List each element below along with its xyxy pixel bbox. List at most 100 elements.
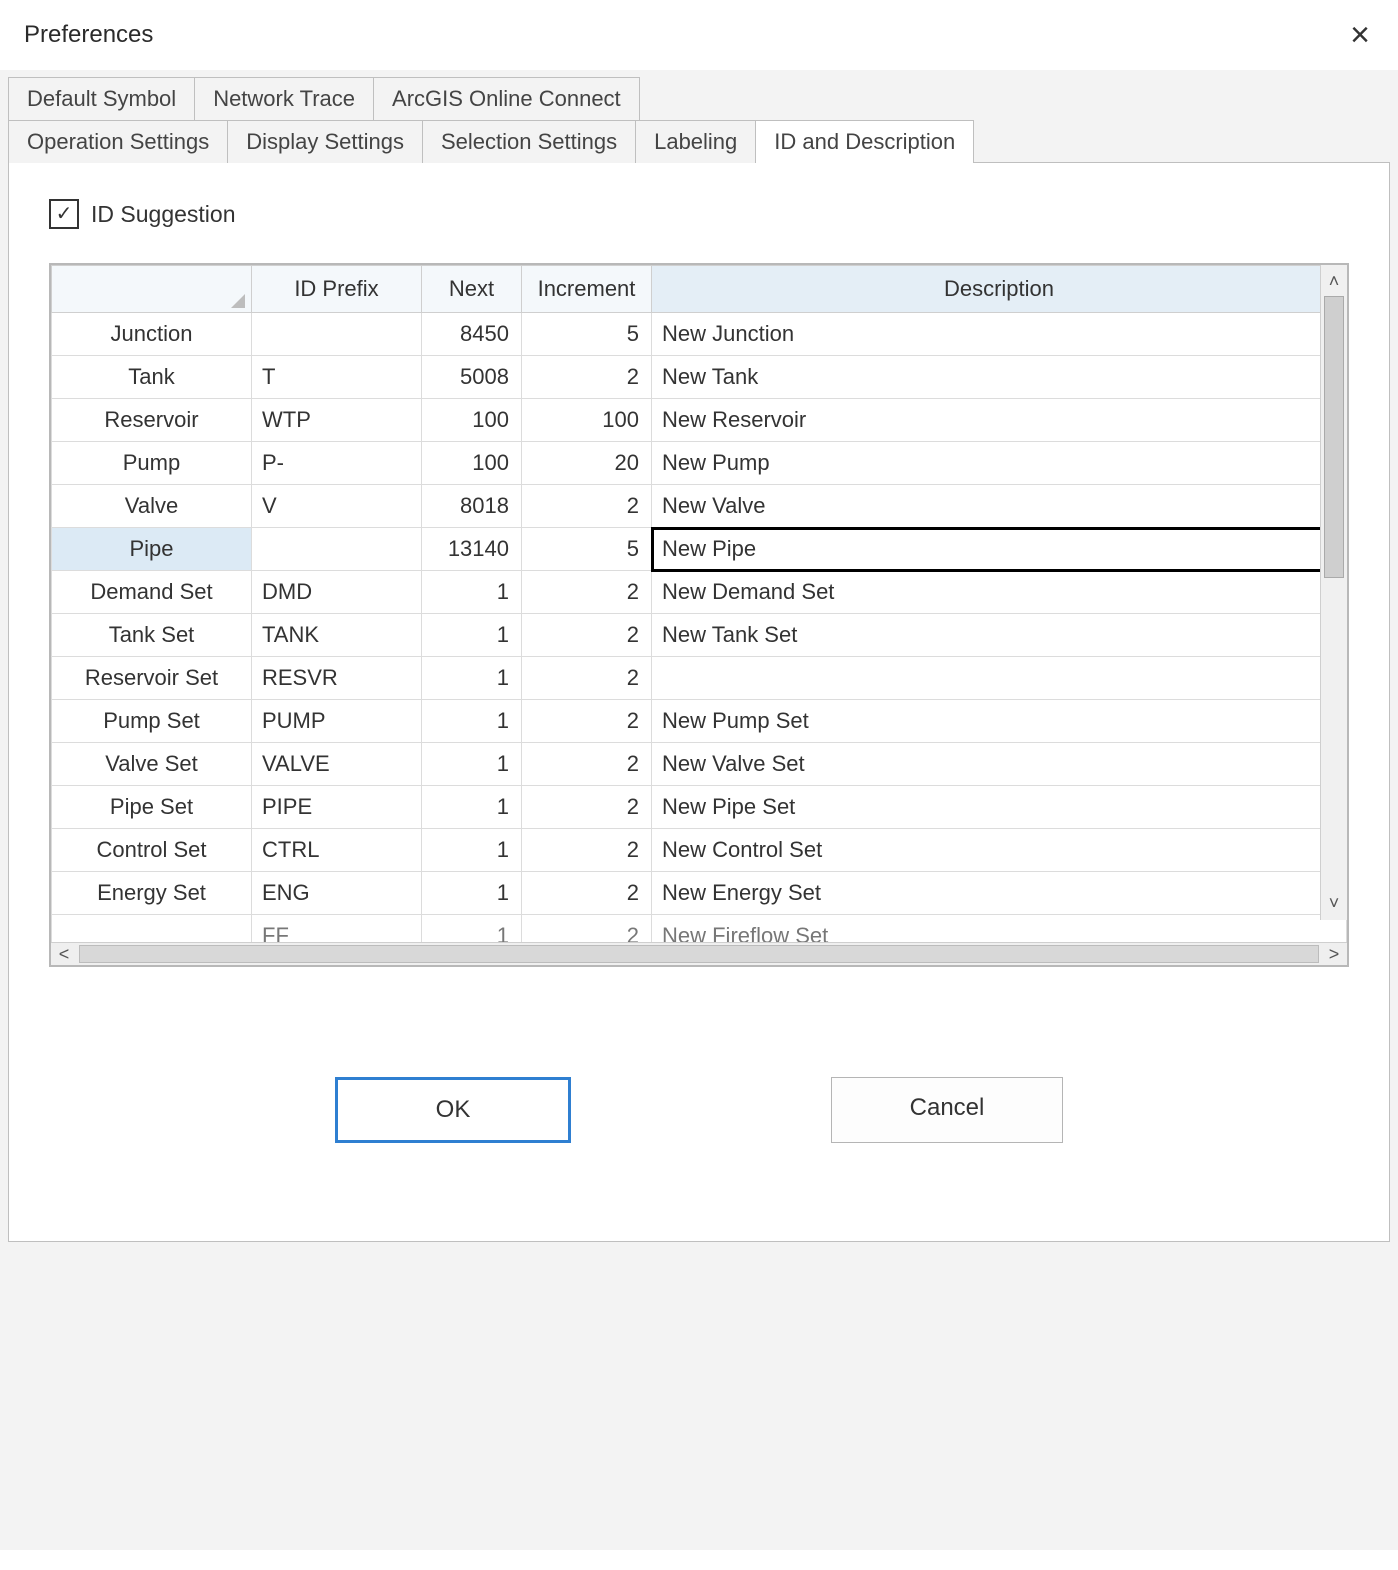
- description-cell[interactable]: New Reservoir: [652, 399, 1347, 442]
- description-cell[interactable]: New Tank Set: [652, 614, 1347, 657]
- description-cell[interactable]: [652, 657, 1347, 700]
- next-cell[interactable]: 8450: [422, 313, 522, 356]
- table-row[interactable]: PumpP-10020New Pump: [52, 442, 1347, 485]
- row-header-cell[interactable]: Energy Set: [52, 872, 252, 915]
- table-row[interactable]: Control SetCTRL12New Control Set: [52, 829, 1347, 872]
- next-cell[interactable]: 1: [422, 571, 522, 614]
- table-row[interactable]: Tank SetTANK12New Tank Set: [52, 614, 1347, 657]
- horizontal-scrollbar[interactable]: < >: [51, 942, 1347, 965]
- table-row[interactable]: Pump SetPUMP12New Pump Set: [52, 700, 1347, 743]
- next-cell[interactable]: 13140: [422, 528, 522, 571]
- table-row[interactable]: Junction84505New Junction: [52, 313, 1347, 356]
- description-cell[interactable]: New Control Set: [652, 829, 1347, 872]
- table-row[interactable]: Energy SetENG12New Energy Set: [52, 872, 1347, 915]
- tab-arcgis-online-connect[interactable]: ArcGIS Online Connect: [373, 77, 640, 120]
- id-suggestion-checkbox[interactable]: ✓: [49, 199, 79, 229]
- prefix-cell[interactable]: T: [252, 356, 422, 399]
- increment-cell[interactable]: 2: [522, 829, 652, 872]
- col-id-prefix[interactable]: ID Prefix: [252, 266, 422, 313]
- row-header-cell[interactable]: Junction: [52, 313, 252, 356]
- ok-button[interactable]: OK: [335, 1077, 571, 1143]
- increment-cell[interactable]: 2: [522, 872, 652, 915]
- table-row[interactable]: Valve SetVALVE12New Valve Set: [52, 743, 1347, 786]
- description-cell[interactable]: New Pump Set: [652, 700, 1347, 743]
- row-header-cell[interactable]: Tank Set: [52, 614, 252, 657]
- description-cell[interactable]: New Valve Set: [652, 743, 1347, 786]
- close-icon[interactable]: ×: [1350, 18, 1370, 52]
- prefix-cell[interactable]: FF: [252, 915, 422, 943]
- prefix-cell[interactable]: VALVE: [252, 743, 422, 786]
- tab-selection-settings[interactable]: Selection Settings: [422, 120, 636, 163]
- scroll-right-icon[interactable]: >: [1321, 944, 1347, 965]
- prefix-cell[interactable]: WTP: [252, 399, 422, 442]
- prefix-cell[interactable]: [252, 528, 422, 571]
- row-header-cell[interactable]: Reservoir: [52, 399, 252, 442]
- hscroll-track[interactable]: [79, 945, 1319, 963]
- row-header-cell[interactable]: Valve: [52, 485, 252, 528]
- next-cell[interactable]: 100: [422, 442, 522, 485]
- increment-cell[interactable]: 20: [522, 442, 652, 485]
- col-increment[interactable]: Increment: [522, 266, 652, 313]
- next-cell[interactable]: 1: [422, 700, 522, 743]
- table-row[interactable]: ReservoirWTP100100New Reservoir: [52, 399, 1347, 442]
- description-cell[interactable]: New Pipe: [652, 528, 1347, 571]
- row-header-cell[interactable]: Pipe: [52, 528, 252, 571]
- scroll-up-icon[interactable]: ˄: [1329, 271, 1340, 292]
- row-header-cell[interactable]: Pipe Set: [52, 786, 252, 829]
- prefix-cell[interactable]: CTRL: [252, 829, 422, 872]
- table-row[interactable]: Pipe 131405New Pipe: [52, 528, 1347, 571]
- description-cell[interactable]: New Pipe Set: [652, 786, 1347, 829]
- prefix-cell[interactable]: PIPE: [252, 786, 422, 829]
- prefix-cell[interactable]: PUMP: [252, 700, 422, 743]
- prefix-cell[interactable]: P-: [252, 442, 422, 485]
- tab-operation-settings[interactable]: Operation Settings: [8, 120, 228, 163]
- row-header-cell[interactable]: Valve Set: [52, 743, 252, 786]
- next-cell[interactable]: 1: [422, 786, 522, 829]
- scroll-left-icon[interactable]: <: [51, 944, 77, 965]
- increment-cell[interactable]: 5: [522, 313, 652, 356]
- col-next[interactable]: Next: [422, 266, 522, 313]
- row-header-cell[interactable]: Reservoir Set: [52, 657, 252, 700]
- row-header-cell[interactable]: Tank: [52, 356, 252, 399]
- increment-cell[interactable]: 2: [522, 786, 652, 829]
- cancel-button[interactable]: Cancel: [831, 1077, 1063, 1143]
- prefix-cell[interactable]: RESVR: [252, 657, 422, 700]
- tab-id-and-description[interactable]: ID and Description: [755, 120, 974, 163]
- prefix-cell[interactable]: DMD: [252, 571, 422, 614]
- prefix-cell[interactable]: ENG: [252, 872, 422, 915]
- increment-cell[interactable]: 2: [522, 485, 652, 528]
- increment-cell[interactable]: 2: [522, 743, 652, 786]
- prefix-cell[interactable]: TANK: [252, 614, 422, 657]
- description-cell[interactable]: New Pump: [652, 442, 1347, 485]
- next-cell[interactable]: 1: [422, 872, 522, 915]
- next-cell[interactable]: 100: [422, 399, 522, 442]
- next-cell[interactable]: 1: [422, 657, 522, 700]
- tab-default-symbol[interactable]: Default Symbol: [8, 77, 195, 120]
- grid-corner[interactable]: [52, 266, 252, 313]
- tab-network-trace[interactable]: Network Trace: [194, 77, 374, 120]
- increment-cell[interactable]: 100: [522, 399, 652, 442]
- prefix-cell[interactable]: V: [252, 485, 422, 528]
- table-row[interactable]: TankT50082New Tank: [52, 356, 1347, 399]
- increment-cell[interactable]: 2: [522, 571, 652, 614]
- vertical-scrollbar[interactable]: ˄ ˅: [1320, 265, 1347, 920]
- tab-display-settings[interactable]: Display Settings: [227, 120, 423, 163]
- row-header-cell[interactable]: Pump: [52, 442, 252, 485]
- row-header-cell[interactable]: [52, 915, 252, 943]
- scroll-down-icon[interactable]: ˅: [1329, 893, 1340, 914]
- next-cell[interactable]: 1: [422, 614, 522, 657]
- table-row[interactable]: Demand SetDMD12New Demand Set: [52, 571, 1347, 614]
- next-cell[interactable]: 8018: [422, 485, 522, 528]
- table-row[interactable]: FF12New Fireflow Set: [52, 915, 1347, 943]
- row-header-cell[interactable]: Pump Set: [52, 700, 252, 743]
- scroll-thumb[interactable]: [1324, 296, 1344, 578]
- increment-cell[interactable]: 2: [522, 915, 652, 943]
- description-cell[interactable]: New Demand Set: [652, 571, 1347, 614]
- description-cell[interactable]: New Tank: [652, 356, 1347, 399]
- next-cell[interactable]: 5008: [422, 356, 522, 399]
- increment-cell[interactable]: 2: [522, 356, 652, 399]
- tab-labeling[interactable]: Labeling: [635, 120, 756, 163]
- next-cell[interactable]: 1: [422, 915, 522, 943]
- table-row[interactable]: Pipe SetPIPE12New Pipe Set: [52, 786, 1347, 829]
- increment-cell[interactable]: 5: [522, 528, 652, 571]
